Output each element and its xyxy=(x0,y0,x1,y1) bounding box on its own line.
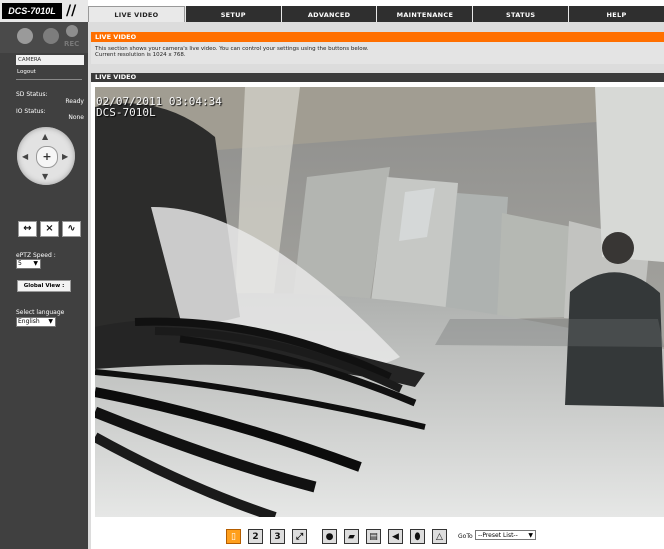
sd-status-value: Ready xyxy=(65,98,84,105)
select-language-label: Select language xyxy=(16,309,65,316)
video-camera-label: DCS-7010L xyxy=(96,106,156,119)
storage-icon[interactable]: ▤ xyxy=(366,529,381,544)
io-status-value: None xyxy=(68,114,84,121)
page-title: LIVE VIDEO xyxy=(91,32,664,42)
preset-value: --Preset List-- xyxy=(478,532,518,539)
record-indicator-icon xyxy=(66,25,78,37)
snapshot-icon[interactable]: ● xyxy=(322,529,337,544)
eptz-speed-select[interactable]: 5 ▼ xyxy=(16,259,41,269)
chevron-down-icon: ▼ xyxy=(48,318,53,325)
record-icon[interactable]: ▰ xyxy=(344,529,359,544)
eptz-speed-value: 5 xyxy=(18,260,22,267)
page-description: This section shows your camera's live vi… xyxy=(91,42,664,64)
sd-status-label: SD Status: xyxy=(16,91,48,98)
goto-label: GoTo xyxy=(458,533,473,540)
logo-slashes-icon: // xyxy=(66,3,77,19)
rec-label: REC xyxy=(64,40,80,48)
language-value: English xyxy=(18,318,40,325)
tab-advanced[interactable]: ADVANCED xyxy=(281,6,377,23)
divider xyxy=(16,79,82,80)
chevron-down-icon: ▼ xyxy=(528,532,533,539)
top-navigation: LIVE VIDEO SETUP ADVANCED MAINTENANCE ST… xyxy=(88,6,664,23)
stop-icon[interactable]: × xyxy=(40,221,59,237)
language-select[interactable]: English ▼ xyxy=(16,317,56,327)
chevron-down-icon: ▼ xyxy=(33,260,38,267)
ptz-control: ▲ ▼ ◀ ▶ + xyxy=(17,127,75,185)
ptz-down-icon[interactable]: ▼ xyxy=(42,172,48,181)
fullscreen-icon[interactable]: ⤢ xyxy=(292,529,307,544)
horizontal-patrol-icon[interactable]: ↔ xyxy=(18,221,37,237)
sidebar-status-icons: REC xyxy=(0,22,88,53)
io-status-label: IO Status: xyxy=(16,108,46,115)
camera-scene xyxy=(95,87,664,517)
home-icon[interactable]: + xyxy=(36,146,58,168)
sidebar: REC CAMERA Logout SD Status: Ready IO St… xyxy=(0,22,88,549)
patrol-path-icon[interactable]: ∿ xyxy=(62,221,81,237)
tab-setup[interactable]: SETUP xyxy=(185,6,281,23)
view-mode-3-icon[interactable]: 3 xyxy=(270,529,285,544)
global-view-button[interactable]: Global View : xyxy=(17,280,71,292)
brand-logo: DCS-7010L // xyxy=(0,0,88,22)
ptz-up-icon[interactable]: ▲ xyxy=(42,132,48,141)
eptz-speed-label: ePTZ Speed : xyxy=(16,252,56,259)
tab-status[interactable]: STATUS xyxy=(473,6,569,23)
ptz-right-icon[interactable]: ▶ xyxy=(62,152,68,161)
logo-text: DCS-7010L xyxy=(2,3,62,19)
microphone-icon[interactable]: ⬮ xyxy=(410,529,425,544)
preset-list-select[interactable]: --Preset List-- ▼ xyxy=(475,530,536,540)
tab-help[interactable]: HELP xyxy=(569,6,664,23)
ptz-left-icon[interactable]: ◀ xyxy=(22,152,28,161)
warning-icon[interactable]: △ xyxy=(432,529,447,544)
tab-live-video[interactable]: LIVE VIDEO xyxy=(88,6,185,23)
live-video-header: LIVE VIDEO xyxy=(91,73,664,82)
live-video-feed[interactable] xyxy=(95,87,664,517)
description-line-2: Current resolution is 1024 x 768. xyxy=(95,52,186,58)
sidebar-item-camera[interactable]: CAMERA xyxy=(16,55,84,65)
video-overlay: 02/07/2011 03:04:34 DCS-7010L xyxy=(96,96,222,118)
motion-icon xyxy=(43,28,59,44)
camera-icon xyxy=(17,28,33,44)
logout-link[interactable]: Logout xyxy=(17,69,36,75)
view-mode-2-icon[interactable]: 2 xyxy=(248,529,263,544)
audio-icon[interactable]: ◀ xyxy=(388,529,403,544)
tab-maintenance[interactable]: MAINTENANCE xyxy=(377,6,473,23)
view-mode-1-icon[interactable]: ▯ xyxy=(226,529,241,544)
